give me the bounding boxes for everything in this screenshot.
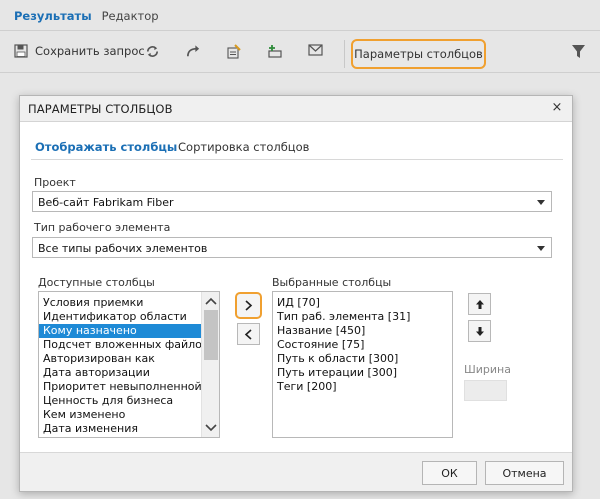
dialog-title: ПАРАМЕТРЫ СТОЛБЦОВ [28,102,173,116]
refresh-button[interactable] [145,44,160,59]
email-icon [308,44,323,56]
arrow-up-icon [475,299,484,309]
dialog-footer: ОК Отмена [20,452,572,491]
selected-columns-items: ИД [70] Тип раб. элемента [31] Название … [277,296,447,394]
close-icon[interactable]: × [550,100,564,115]
project-select[interactable]: Веб-сайт Fabrikam Fiber [32,191,552,212]
tab-results[interactable]: Результаты [14,9,92,23]
toolbar-separator [344,40,345,68]
list-item[interactable]: Теги [200] [277,380,447,394]
scroll-down-icon[interactable] [205,423,217,433]
email-button[interactable] [308,44,323,56]
available-columns-label: Доступные столбцы [38,276,155,289]
project-label: Проект [34,176,76,189]
dialog-header: ПАРАМЕТРЫ СТОЛБЦОВ × [20,96,572,122]
top-tabs: Результаты Редактор [14,9,159,23]
tabs-divider [0,30,600,31]
tab-display-columns[interactable]: Отображать столбцы [35,140,177,154]
list-item[interactable]: Авторизирован как [39,352,201,366]
move-up-button[interactable] [468,293,491,315]
work-item-type-label: Тип рабочего элемента [34,221,171,234]
chevron-right-icon [245,300,253,311]
width-input[interactable] [464,380,507,401]
remove-column-button[interactable] [237,323,260,345]
column-options-dialog: ПАРАМЕТРЫ СТОЛБЦОВ × Отображать столбцы … [19,95,573,492]
column-options-button[interactable]: Параметры столбцов [351,39,486,69]
ok-button[interactable]: ОК [422,461,477,485]
query-toolbar: Сохранить запрос [0,36,600,70]
available-columns-scrollbar[interactable] [201,292,219,437]
tab-editor[interactable]: Редактор [102,9,159,23]
list-item[interactable]: Путь итерации [300] [277,366,447,380]
dialog-tabs-divider [31,159,563,160]
list-item[interactable]: Подсчет вложенных файлов [39,338,201,352]
add-column-button[interactable] [235,292,262,319]
edit-selected-button[interactable] [226,44,242,60]
redo-button[interactable] [186,44,201,59]
selected-columns-list[interactable]: ИД [70] Тип раб. элемента [31] Название … [272,291,453,438]
filter-button[interactable] [571,44,586,62]
toolbar-divider [0,72,600,73]
arrow-down-icon [475,326,484,336]
list-item[interactable]: Кем изменено [39,408,201,422]
selected-columns-label: Выбранные столбцы [272,276,392,289]
available-columns-list[interactable]: Условия приемки Идентификатор области Ко… [38,291,220,438]
new-linked-item-button[interactable] [266,44,283,60]
scroll-up-icon[interactable] [205,296,217,306]
list-item[interactable]: ИД [70] [277,296,447,310]
move-down-button[interactable] [468,320,491,342]
list-item[interactable]: Путь к области [300] [277,352,447,366]
available-columns-items: Условия приемки Идентификатор области Ко… [39,296,201,436]
work-item-type-select[interactable]: Все типы рабочих элементов [32,237,552,258]
refresh-icon [146,46,159,57]
list-item[interactable]: Название [450] [277,324,447,338]
list-item[interactable]: Дата авторизации [39,366,201,380]
list-item-selected[interactable]: Кому назначено [39,324,201,338]
list-item[interactable]: Приоритет невыполненной р... [39,380,201,394]
list-item[interactable]: Тип раб. элемента [31] [277,310,447,324]
save-query-button[interactable]: Сохранить запрос [14,44,145,58]
cancel-button[interactable]: Отмена [485,461,564,485]
scrollbar-thumb[interactable] [204,310,218,360]
edit-selected-icon [227,44,241,59]
filter-icon [572,45,585,58]
redo-icon [187,45,200,57]
list-item[interactable]: Состояние [75] [277,338,447,352]
width-label: Ширина [464,363,511,376]
list-item[interactable]: Ценность для бизнеса [39,394,201,408]
list-item[interactable]: Идентификатор области [39,310,201,324]
chevron-left-icon [244,328,252,340]
work-item-type-value: Все типы рабочих элементов [38,242,208,255]
list-item[interactable]: Дата изменения [39,422,201,436]
chevron-down-icon [537,246,545,251]
tab-sort-columns[interactable]: Сортировка столбцов [178,140,309,154]
list-item[interactable]: Условия приемки [39,296,201,310]
chevron-down-icon [537,200,545,205]
new-linked-item-icon [268,45,282,58]
project-value: Веб-сайт Fabrikam Fiber [38,196,174,209]
save-query-label: Сохранить запрос [35,44,145,58]
save-icon [14,44,28,58]
